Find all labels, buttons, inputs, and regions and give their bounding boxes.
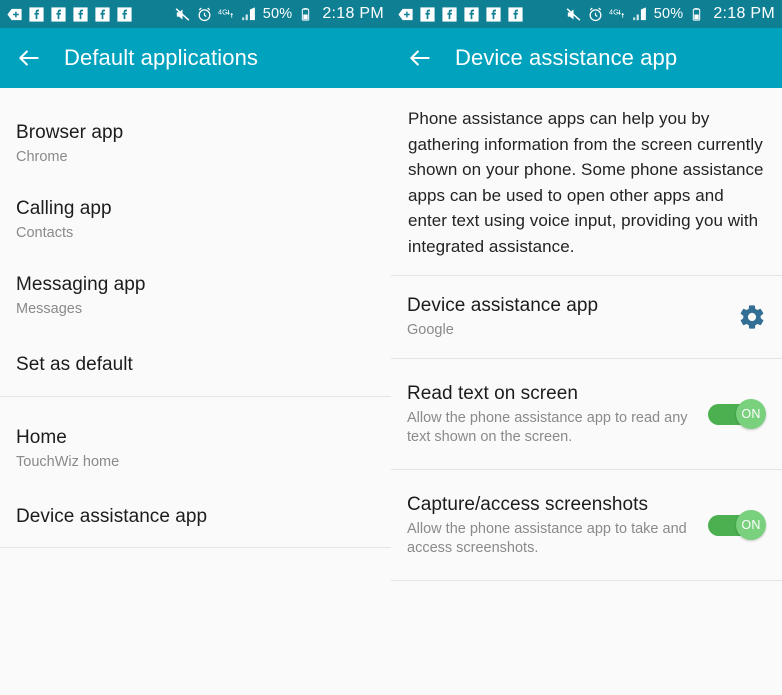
- toggle-read-text-on-screen[interactable]: ON: [708, 399, 766, 429]
- right-app-bar: Device assistance app: [391, 28, 782, 88]
- list-item-device-assistance-app[interactable]: Device assistance app: [0, 487, 391, 547]
- list-item-calling-app[interactable]: Calling app Contacts: [0, 182, 391, 258]
- facebook-icon: [486, 6, 501, 22]
- list-item-subtitle: Contacts: [16, 225, 74, 241]
- clock: 2:18 PM: [713, 5, 775, 22]
- facebook-icon: [117, 6, 132, 22]
- notification-icons: [397, 6, 524, 23]
- status-bar: 4G 50% 2:18 PM: [0, 0, 391, 28]
- battery-icon: [302, 7, 310, 21]
- 4g-data-icon: 4G: [218, 7, 233, 18]
- row-capture-access-screenshots[interactable]: Capture/access screenshots Allow the pho…: [391, 470, 782, 580]
- list-item-subtitle: TouchWiz home: [16, 454, 120, 470]
- right-screen: 4G 50% 2:18 PM Device assistance app Pho…: [391, 0, 782, 695]
- section-divider-bottom: [0, 547, 391, 548]
- row-text: Capture/access screenshots Allow the pho…: [407, 493, 708, 558]
- status-indicators: 4G 50% 2:18 PM: [174, 5, 384, 23]
- facebook-icon: [73, 6, 88, 22]
- back-arrow-icon[interactable]: [16, 45, 42, 71]
- left-screen: 4G 50% 2:18 PM Default applications Brow…: [0, 0, 391, 695]
- row-title: Capture/access screenshots: [407, 493, 649, 515]
- add-call-icon: [7, 8, 22, 20]
- list-item-set-as-default[interactable]: Set as default: [0, 334, 391, 396]
- row-subtitle: Google: [407, 322, 454, 338]
- battery-icon: [693, 7, 701, 21]
- list-item-title: Home: [16, 427, 67, 448]
- row-subtitle: Allow the phone assistance app to take a…: [407, 520, 687, 556]
- row-title: Device assistance app: [407, 295, 599, 316]
- gear-icon[interactable]: [738, 303, 766, 331]
- list-item-title: Calling app: [16, 198, 112, 219]
- row-read-text-on-screen[interactable]: Read text on screen Allow the phone assi…: [391, 359, 782, 469]
- row-subtitle: Allow the phone assistance app to read a…: [407, 409, 688, 445]
- list-item-messaging-app[interactable]: Messaging app Messages: [0, 258, 391, 334]
- list-item-title: Messaging app: [16, 274, 146, 295]
- facebook-icon: [508, 6, 523, 22]
- back-arrow-icon[interactable]: [407, 45, 433, 71]
- signal-bars-icon: [632, 6, 646, 20]
- section-divider-bottom: [391, 580, 782, 581]
- signal-bars-icon: [241, 6, 255, 20]
- mute-icon: [566, 7, 581, 21]
- list-item-title: Browser app: [16, 122, 124, 143]
- 4g-data-icon: 4G: [609, 7, 624, 18]
- row-device-assistance-app[interactable]: Device assistance app Google: [391, 276, 782, 358]
- facebook-icon: [51, 6, 66, 22]
- clock: 2:18 PM: [322, 5, 384, 22]
- notification-icons: [6, 6, 133, 23]
- list-item-title: Set as default: [16, 354, 133, 375]
- row-text: Device assistance app Google: [407, 294, 738, 340]
- alarm-icon: [198, 7, 211, 21]
- list-item-home[interactable]: Home TouchWiz home: [0, 411, 391, 487]
- list-item-browser-app[interactable]: Browser app Chrome: [0, 106, 391, 182]
- status-indicators: 4G 50% 2:18 PM: [565, 5, 775, 23]
- left-content: Browser app Chrome Calling app Contacts …: [0, 88, 391, 695]
- facebook-icon: [29, 6, 44, 22]
- facebook-icon: [442, 6, 457, 22]
- right-content: Phone assistance apps can help you by ga…: [391, 88, 782, 695]
- page-title: Device assistance app: [455, 45, 678, 70]
- toggle-capture-access-screenshots[interactable]: ON: [708, 510, 766, 540]
- alarm-icon: [589, 7, 602, 21]
- battery-percent: 50%: [262, 6, 293, 22]
- mute-icon: [175, 7, 190, 21]
- list-item-title: Device assistance app: [16, 506, 208, 527]
- facebook-icon: [464, 6, 479, 22]
- facebook-icon: [95, 6, 110, 22]
- row-title: Read text on screen: [407, 382, 578, 404]
- list-item-subtitle: Messages: [16, 301, 83, 317]
- svg-text:4G: 4G: [218, 7, 228, 16]
- left-app-bar: Default applications: [0, 28, 391, 88]
- status-bar: 4G 50% 2:18 PM: [391, 0, 782, 28]
- add-call-icon: [398, 8, 413, 20]
- battery-percent: 50%: [653, 6, 684, 22]
- assistance-description: Phone assistance apps can help you by ga…: [408, 109, 764, 256]
- toggle-knob: ON: [736, 399, 766, 429]
- dual-screenshot-container: 4G 50% 2:18 PM Default applications Brow…: [0, 0, 782, 695]
- row-text: Read text on screen Allow the phone assi…: [407, 382, 708, 447]
- page-title: Default applications: [64, 45, 259, 70]
- toggle-knob: ON: [736, 510, 766, 540]
- list-item-subtitle: Chrome: [16, 149, 68, 165]
- facebook-icon: [420, 6, 435, 22]
- svg-text:4G: 4G: [609, 7, 619, 16]
